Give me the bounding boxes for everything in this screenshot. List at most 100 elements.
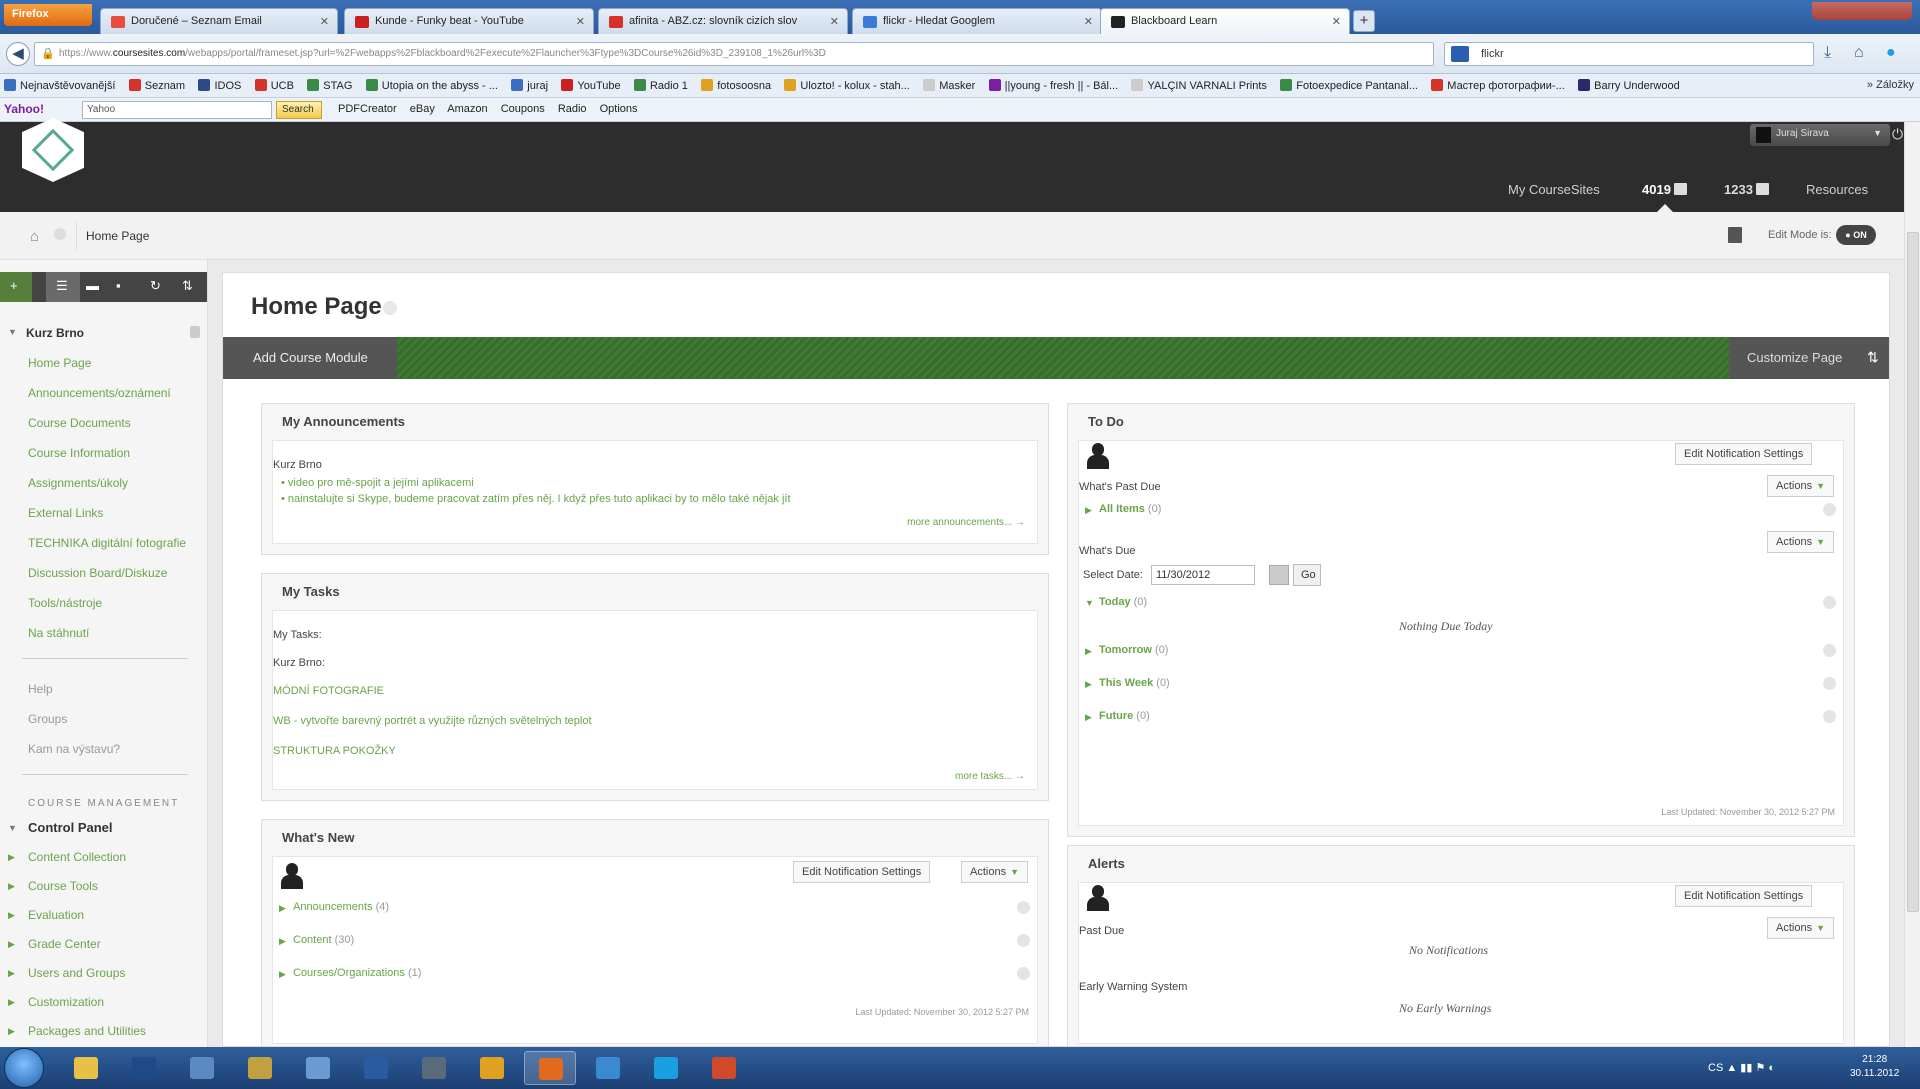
gear-icon[interactable] <box>1823 503 1836 516</box>
bookmark[interactable]: Seznam <box>125 74 191 92</box>
actions-button[interactable]: Actions ▼ <box>961 861 1028 883</box>
tab-close-icon[interactable]: ✕ <box>1084 15 1093 28</box>
cp-item-customization[interactable]: Customization <box>28 995 104 1009</box>
expand-arrow-icon[interactable]: ▶ <box>279 936 286 947</box>
search-engine-icon[interactable] <box>1451 46 1469 62</box>
bookmark[interactable]: Fotoexpedice Pantanal... <box>1276 74 1424 92</box>
sort-icon[interactable]: ⇅ <box>1855 337 1889 379</box>
toolbar-item[interactable]: Coupons <box>501 103 545 115</box>
new-tab-button[interactable]: + <box>1353 10 1375 32</box>
whats-new-content[interactable]: Content (30) <box>293 934 354 946</box>
module-title[interactable]: My Tasks <box>282 584 340 599</box>
yahoo-search-button[interactable]: Search <box>276 101 322 119</box>
more-tasks-link[interactable]: more tasks... → <box>955 771 1025 782</box>
tab-close-icon[interactable]: ✕ <box>320 15 329 28</box>
bookmark[interactable]: juraj <box>507 74 554 92</box>
bookmark[interactable]: ||young - fresh || - Bál... <box>985 74 1125 92</box>
task-link[interactable]: WB - vytvořte barevný portrét a využijte… <box>273 715 592 727</box>
bookmark[interactable]: YouTube <box>557 74 626 92</box>
expand-arrow-icon[interactable]: ▶ <box>1085 646 1092 657</box>
gear-icon[interactable] <box>1823 710 1836 723</box>
toolbar-item[interactable]: Options <box>600 103 638 115</box>
taskbar-app-powerpoint[interactable] <box>698 1051 750 1085</box>
search-bar[interactable]: flickr <box>1444 42 1814 66</box>
actions-button[interactable]: Actions ▼ <box>1767 917 1834 939</box>
system-tray[interactable]: CS ▲ ▮▮ ⚑ ◐ <box>1708 1061 1775 1074</box>
taskbar-app-save[interactable] <box>350 1051 402 1085</box>
collapse-arrow-icon[interactable]: ▼ <box>8 327 17 337</box>
toolbar-item[interactable]: eBay <box>410 103 435 115</box>
bookmark[interactable]: Radio 1 <box>630 74 694 92</box>
sidebar-item-kam-na-vystavu[interactable]: Kam na výstavu? <box>28 742 120 756</box>
bookmark[interactable]: Ulozto! - kolux - stah... <box>780 74 915 92</box>
tab-close-icon[interactable]: ✕ <box>576 15 585 28</box>
window-icon[interactable]: ▪ <box>116 278 121 293</box>
toolbar-item[interactable]: PDFCreator <box>338 103 397 115</box>
taskbar-app-winamp[interactable] <box>234 1051 286 1085</box>
expand-arrow-icon[interactable]: ▶ <box>8 997 15 1008</box>
add-menu-item-icon[interactable]: + <box>0 272 32 302</box>
cp-item-evaluation[interactable]: Evaluation <box>28 908 84 922</box>
calendar-icon[interactable] <box>1269 565 1289 585</box>
sidebar-course-name[interactable]: Kurz Brno <box>26 326 84 340</box>
book-icon[interactable] <box>1728 227 1742 243</box>
expand-arrow-icon[interactable]: ▶ <box>8 1026 15 1037</box>
taskbar-app-skype[interactable] <box>640 1051 692 1085</box>
yahoo-logo[interactable]: Yahoo! <box>4 102 44 116</box>
tab-close-icon[interactable]: ✕ <box>1332 15 1341 28</box>
cp-item-packages-and-utilities[interactable]: Packages and Utilities <box>28 1024 146 1038</box>
sidebar-item-groups[interactable]: Groups <box>28 712 67 726</box>
more-announcements-link[interactable]: more announcements... → <box>907 517 1025 528</box>
browser-tab[interactable]: flickr - Hledat Googlem ✕ <box>852 8 1102 34</box>
module-title[interactable]: Alerts <box>1088 856 1125 871</box>
collapse-arrow-icon[interactable]: ▼ <box>8 823 17 833</box>
cp-item-users-and-groups[interactable]: Users and Groups <box>28 966 125 980</box>
sidebar-item-announcements[interactable]: Announcements/oznámení <box>28 386 171 400</box>
task-link[interactable]: MÓDNÍ FOTOGRAFIE <box>273 685 384 697</box>
refresh-icon[interactable]: ↻ <box>150 278 161 294</box>
breadcrumb-menu-icon[interactable] <box>54 228 66 240</box>
module-title[interactable]: My Announcements <box>282 414 405 429</box>
bookmark[interactable]: Мастер фотографии-... <box>1427 74 1571 92</box>
list-view-icon[interactable]: ☰ <box>56 278 68 294</box>
user-menu[interactable]: Juraj Sirava ▼ <box>1750 124 1890 146</box>
expand-arrow-icon[interactable]: ▶ <box>1085 679 1092 690</box>
gear-icon[interactable] <box>1823 644 1836 657</box>
expand-arrow-icon[interactable]: ▶ <box>1085 505 1092 516</box>
sidebar-item-na-stahnuti[interactable]: Na stáhnutí <box>28 626 89 640</box>
start-button[interactable] <box>4 1048 44 1088</box>
cp-item-grade-center[interactable]: Grade Center <box>28 937 101 951</box>
announcement-link[interactable]: • nainstalujte si Skype, budeme pracovat… <box>281 493 791 505</box>
today-link[interactable]: Today (0) <box>1099 596 1147 608</box>
expand-arrow-icon[interactable]: ▶ <box>8 910 15 921</box>
browser-tab[interactable]: Doručené – Seznam Email ✕ <box>100 8 338 34</box>
download-icon[interactable]: ⤓ <box>1824 44 1831 62</box>
nav-resources[interactable]: Resources <box>1806 182 1868 197</box>
bookmark[interactable]: UCB <box>251 74 300 92</box>
bookmark[interactable]: Masker <box>919 74 981 92</box>
sidebar-item-tools[interactable]: Tools/nástroje <box>28 596 102 610</box>
sidebar-item-home-page[interactable]: Home Page <box>28 356 91 370</box>
taskbar-app-ie[interactable] <box>582 1051 634 1085</box>
taskbar-app-firefox[interactable] <box>524 1051 576 1085</box>
folder-view-icon[interactable]: ▬ <box>86 278 99 293</box>
sidebar-item-technika[interactable]: TECHNIKA digitální fotografie <box>28 536 186 550</box>
tab-close-icon[interactable]: ✕ <box>830 15 839 28</box>
back-button[interactable]: ◀ <box>6 42 30 66</box>
window-controls[interactable] <box>1812 2 1912 20</box>
cp-item-course-tools[interactable]: Course Tools <box>28 879 98 893</box>
go-button[interactable]: Go <box>1293 564 1321 586</box>
actions-button[interactable]: Actions ▼ <box>1767 475 1834 497</box>
expand-arrow-icon[interactable]: ▶ <box>279 969 286 980</box>
sort-icon[interactable]: ⇅ <box>182 278 193 294</box>
home-icon[interactable]: ⌂ <box>1854 44 1864 62</box>
toolbar-item[interactable]: Amazon <box>447 103 487 115</box>
add-course-module-button[interactable]: Add Course Module <box>223 337 397 379</box>
edit-notification-settings-button[interactable]: Edit Notification Settings <box>1675 885 1813 907</box>
taskbar-app-photoshop[interactable] <box>118 1051 170 1085</box>
bookmark[interactable]: STAG <box>303 74 358 92</box>
gear-icon[interactable] <box>1017 934 1030 947</box>
browser-tab-active[interactable]: Blackboard Learn ✕ <box>1100 8 1350 34</box>
toolbar-item[interactable]: Radio <box>558 103 587 115</box>
vertical-scrollbar[interactable] <box>1904 122 1920 1047</box>
